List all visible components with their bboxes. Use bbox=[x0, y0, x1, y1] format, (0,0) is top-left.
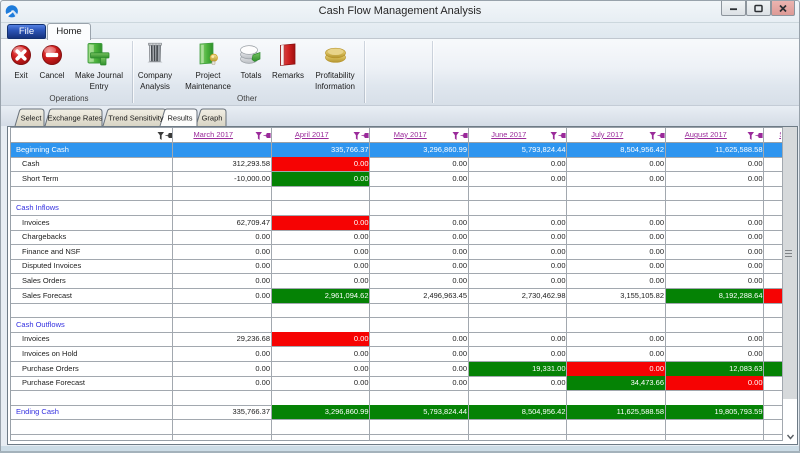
svg-text:Select: Select bbox=[21, 114, 43, 123]
svg-text:Exchange Rates: Exchange Rates bbox=[47, 114, 102, 123]
svg-text:Graph: Graph bbox=[202, 114, 223, 123]
svg-text:Trend Sensitivity: Trend Sensitivity bbox=[108, 114, 163, 123]
svg-text:Results: Results bbox=[167, 114, 192, 123]
